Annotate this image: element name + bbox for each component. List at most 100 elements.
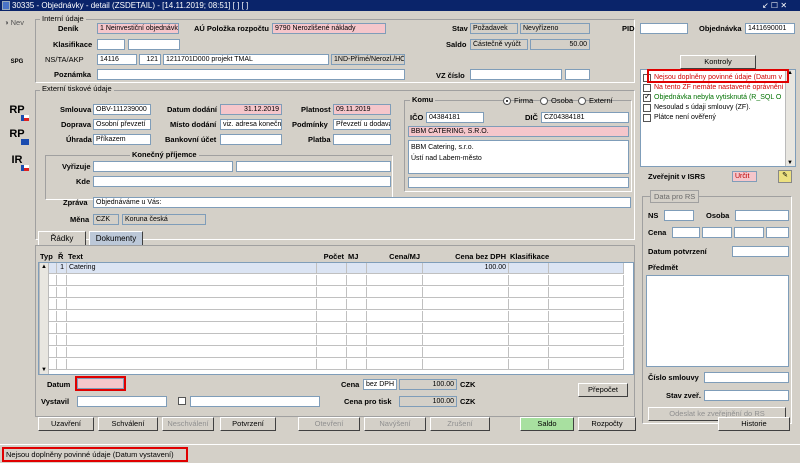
kontroly-button[interactable]: Kontroly [680,55,756,69]
rozpocty-button[interactable]: Rozpočty [578,417,636,431]
grid-cell[interactable] [423,299,509,310]
rp-tool-button-1[interactable]: RP [4,99,30,123]
grid-cell[interactable] [423,311,509,322]
nav-label[interactable]: ◑ Nev [4,18,24,28]
rs-cena-field-1[interactable] [672,227,700,238]
kontroly-item[interactable]: Objednávka nebyla vytisknutá (R_SQL O [643,93,783,103]
grid-cell[interactable] [57,287,67,298]
scroll-down-icon[interactable]: ▼ [787,160,793,166]
ns-field[interactable]: 14116 [97,54,137,65]
grid-cell[interactable] [509,299,549,310]
grid-cell[interactable] [423,275,509,286]
grid-cell[interactable] [549,275,624,286]
platba-field[interactable] [333,134,391,145]
grid-cell[interactable] [57,347,67,358]
grid-cell[interactable] [57,359,67,370]
rs-osoba-field[interactable] [735,210,789,221]
potvrzeni-button[interactable]: Potvrzení [220,417,276,431]
kontroly-item[interactable]: Plátce není ověřený [643,113,783,123]
grid-cell[interactable] [347,359,367,370]
grid-header-cell[interactable]: Cena/MJ [389,252,420,262]
grid-header-cell[interactable]: Cena bez DPH [455,252,506,262]
grid-cell[interactable] [317,323,347,334]
vyrizuje-field-2[interactable] [236,161,391,172]
grid-cell[interactable] [423,335,509,346]
grid-cell[interactable] [317,311,347,322]
kontroly-checkbox[interactable] [643,84,651,92]
platnost-field[interactable]: 09.11.2019 [333,104,391,115]
klasifikace-field-2[interactable] [128,39,180,50]
grid-cell[interactable] [549,311,624,322]
akp-field[interactable]: 1211701D000 projekt TMAL [163,54,329,65]
grid-cell[interactable] [57,311,67,322]
rs-cena-field-2[interactable] [702,227,732,238]
doprava-field[interactable]: Osobní převzetí [93,119,151,130]
grid-cell[interactable] [549,359,624,370]
kontroly-item[interactable]: Na tento ZF nemáte nastavené oprávnění [643,83,783,93]
vystavil-field[interactable] [77,396,167,407]
vz-field-2[interactable] [565,69,590,80]
grid-cell[interactable] [317,347,347,358]
grid-cell[interactable] [549,287,624,298]
historie-button[interactable]: Historie [718,417,790,431]
tab-radky[interactable]: Řádky [38,231,86,245]
zruseni-button[interactable]: Zrušení [430,417,490,431]
grid-header-cell[interactable]: Typ [40,252,53,262]
grid-cell[interactable] [423,287,509,298]
grid-header-cell[interactable]: Počet [324,252,344,262]
grid-cell[interactable] [57,275,67,286]
grid-scrollbar[interactable]: ▲ ▼ [39,263,49,374]
firma-field[interactable]: BBM CATERING, S.R.O. [408,126,629,137]
grid-cell[interactable]: 100.00 [423,263,509,274]
grid-cell[interactable] [549,335,624,346]
grid-cell[interactable] [509,323,549,334]
grid-cell[interactable] [317,275,347,286]
kontroly-checkbox[interactable] [643,93,651,102]
tab-dokumenty[interactable]: Dokumenty [89,231,143,245]
bankovni-field[interactable] [220,134,282,145]
kontroly-item[interactable]: Nesoulad s údaji smlouvy (ZF). [643,103,783,113]
grid-cell[interactable] [549,263,624,274]
neschvaleni-button[interactable]: Neschválení [162,417,214,431]
address-box[interactable]: BBM Catering, s.r.o. Ústí nad Labem-měst… [408,140,629,174]
rs-datum-potvrzeni-field[interactable] [732,246,789,257]
au-field[interactable]: 9790 Nerozlišené náklady [272,23,386,34]
klasifikace-field-1[interactable] [97,39,125,50]
isrs-field[interactable]: Určit [732,171,757,182]
grid-cell[interactable] [57,323,67,334]
grid-cell[interactable] [367,263,423,274]
grid-cell[interactable] [67,347,317,358]
grid-cell[interactable]: Catering [67,263,317,274]
radio-firma[interactable] [503,97,511,105]
grid-cell[interactable] [549,347,624,358]
grid-cell[interactable] [57,335,67,346]
ico-field[interactable]: 04384181 [426,112,484,123]
grid-cell[interactable] [509,359,549,370]
grid-cell[interactable] [509,335,549,346]
grid-cell[interactable] [347,323,367,334]
komu-extra-field[interactable] [408,177,629,188]
grid-header-cell[interactable]: Klasifikace [510,252,549,262]
grid-header-cell[interactable]: Text [68,252,83,262]
dic-field[interactable]: CZ04384181 [541,112,629,123]
objednavka-field[interactable]: 1411690001 [745,23,795,34]
zprava-field[interactable]: Objednáváme u Vás: [93,197,631,208]
grid-cell[interactable] [347,347,367,358]
grid-cell[interactable] [367,359,423,370]
radio-osoba[interactable] [540,97,548,105]
navyseni-button[interactable]: Navýšení [364,417,426,431]
grid-cell[interactable] [367,311,423,322]
grid-cell[interactable] [317,299,347,310]
grid-cell[interactable]: 1 [57,263,67,274]
scroll-up-icon[interactable]: ▲ [41,264,47,270]
grid-cell[interactable] [317,263,347,274]
grid-cell[interactable] [367,347,423,358]
denik-field[interactable]: 1 Neinvestiční objednávky [97,23,179,34]
spg-tool-button[interactable]: SPG [4,51,30,75]
grid-cell[interactable] [423,347,509,358]
grid-header-cell[interactable]: MJ [348,252,358,262]
grid-cell[interactable] [317,287,347,298]
grid-cell[interactable] [509,311,549,322]
cena-type-field[interactable]: bez DPH [363,379,397,390]
rs-cislo-smlouvy-field[interactable] [704,372,789,383]
